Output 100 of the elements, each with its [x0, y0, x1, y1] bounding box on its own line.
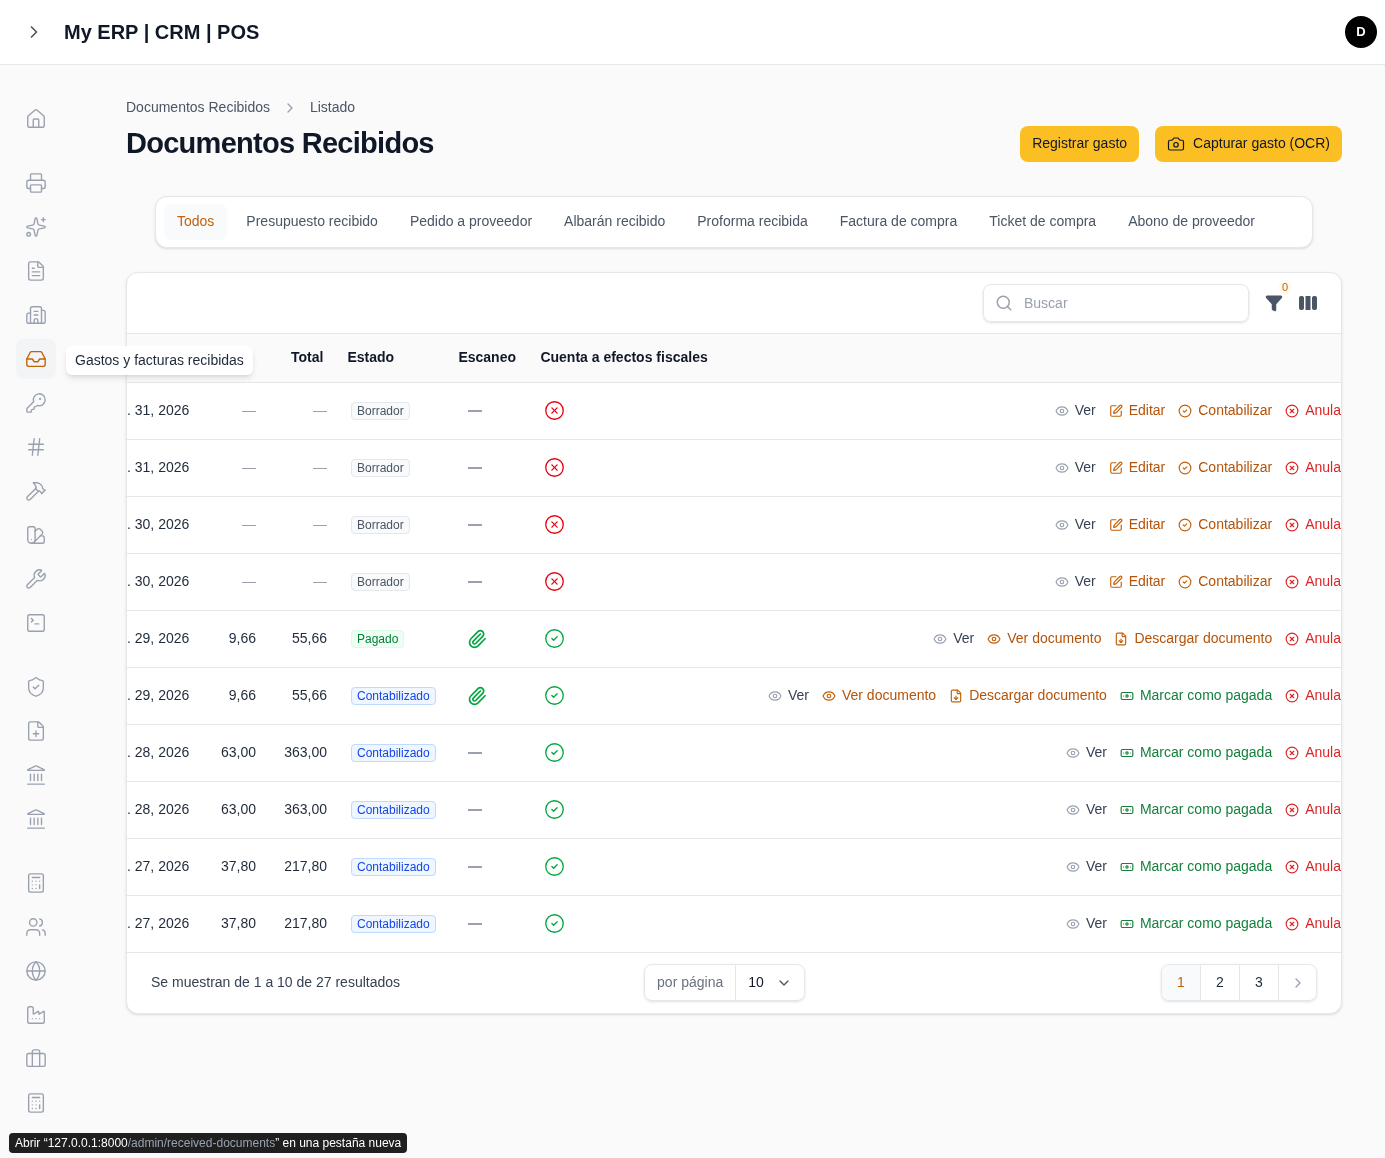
row-action-link[interactable]: Contabilizar: [1178, 571, 1273, 592]
user-avatar[interactable]: D: [1345, 16, 1377, 48]
breadcrumb-link[interactable]: Documentos Recibidos: [126, 97, 270, 118]
printer-icon: [25, 172, 47, 194]
row-action-link[interactable]: Marcar como pagada: [1119, 856, 1273, 877]
row-action-link[interactable]: Ver: [1065, 799, 1107, 820]
paperclip-icon[interactable]: [467, 628, 487, 649]
row-action-link[interactable]: Ver: [1054, 400, 1096, 421]
row-action-link[interactable]: Ver: [933, 628, 975, 649]
table-cell-text: —: [241, 458, 256, 477]
status-badge: Borrador: [351, 573, 410, 591]
row-action-link[interactable]: Ver: [1065, 742, 1107, 763]
row-action-link[interactable]: Marcar como pagada: [1119, 742, 1273, 763]
app-title: My ERP | CRM | POS: [64, 20, 260, 45]
columns-icon[interactable]: [1299, 295, 1317, 310]
table-cell-text: 37,80: [219, 857, 256, 876]
filter-tab[interactable]: Presupuesto recibido: [233, 203, 391, 240]
inbox-icon: [25, 348, 47, 370]
table-cell-text: 63,00: [219, 800, 256, 819]
page-button[interactable]: 3: [1240, 965, 1279, 1000]
close-circle-icon: [1285, 574, 1300, 589]
row-action-link[interactable]: Ver: [767, 685, 809, 706]
row-action-link[interactable]: Ver: [1054, 571, 1096, 592]
row-action-link[interactable]: Anula: [1285, 742, 1341, 763]
status-badge: Contabilizado: [351, 744, 436, 762]
status-badge: Contabilizado: [351, 915, 436, 933]
breadcrumb-current: Listado: [309, 98, 356, 117]
per-page-select[interactable]: por página 10: [644, 964, 805, 1001]
page-button[interactable]: 1: [1162, 965, 1201, 1000]
sparkles-icon: [25, 216, 47, 238]
check-circle-icon: [1178, 574, 1193, 589]
row-action-link[interactable]: Editar: [1108, 457, 1166, 478]
row-action-link[interactable]: Editar: [1108, 514, 1166, 535]
row-action-link[interactable]: Contabilizar: [1178, 457, 1273, 478]
filter-tab[interactable]: Factura de compra: [826, 203, 971, 240]
close-circle-icon: [1285, 802, 1300, 817]
row-action-link[interactable]: Anula: [1285, 514, 1341, 535]
page-button[interactable]: 2: [1201, 965, 1240, 1000]
search-field[interactable]: Buscar: [983, 283, 1249, 322]
row-action-link[interactable]: Editar: [1108, 571, 1166, 592]
table-cell-text: —: [312, 515, 327, 534]
filter-tab[interactable]: Todos: [164, 203, 228, 240]
row-action-link[interactable]: Anula: [1285, 799, 1341, 820]
paperclip-icon[interactable]: [467, 685, 487, 706]
filter-tab[interactable]: Abono de proveedor: [1115, 203, 1268, 240]
edit-icon: [1108, 460, 1123, 475]
key-icon: [25, 392, 47, 414]
row-action-link[interactable]: Ver: [1065, 856, 1107, 877]
eye-icon: [1054, 574, 1069, 589]
close-circle-icon: [1285, 403, 1300, 418]
filter-tab[interactable]: Albarán recibido: [551, 203, 679, 240]
filter-tab[interactable]: Ticket de compra: [976, 203, 1110, 240]
row-action-link[interactable]: Contabilizar: [1178, 514, 1273, 535]
row-action-link[interactable]: Ver: [1054, 514, 1096, 535]
row-action-link[interactable]: Ver documento: [987, 628, 1102, 649]
row-action-link[interactable]: Anula: [1285, 913, 1341, 934]
row-action-link[interactable]: Descargar documento: [949, 685, 1107, 706]
register-expense-button[interactable]: Registrar gasto: [1020, 125, 1140, 162]
eye-icon: [767, 688, 782, 703]
swatch-icon: [25, 524, 47, 546]
capture-expense-button[interactable]: Capturar gasto (OCR): [1155, 125, 1342, 162]
row-action-link[interactable]: Anula: [1285, 571, 1341, 592]
row-action-link[interactable]: Ver: [1054, 457, 1096, 478]
row-action-link[interactable]: Editar: [1108, 400, 1166, 421]
filter-tab[interactable]: Proforma recibida: [684, 203, 821, 240]
filter-tab[interactable]: Pedido a proveedor: [396, 203, 546, 240]
file-download-icon: [1114, 631, 1129, 646]
row-action-link[interactable]: Anula: [1285, 685, 1341, 706]
row-action-link[interactable]: Anula: [1285, 457, 1341, 478]
eye-icon: [1065, 802, 1080, 817]
row-action-link[interactable]: Anula: [1285, 400, 1341, 421]
factory-icon: [25, 1004, 47, 1026]
eye-icon: [1065, 916, 1080, 931]
row-action-link[interactable]: Contabilizar: [1178, 400, 1273, 421]
row-action-link[interactable]: Marcar como pagada: [1119, 913, 1273, 934]
filter-icon[interactable]: [1265, 293, 1283, 312]
table-cell-text: . 28, 2026: [127, 743, 191, 762]
home-icon: [25, 108, 47, 130]
row-action-link[interactable]: Ver documento: [821, 685, 937, 706]
tooltip: Gastos y facturas recibidas: [66, 346, 253, 375]
document-icon: [25, 260, 47, 282]
bank-icon: [25, 764, 47, 786]
close-circle-icon: [1285, 859, 1300, 874]
briefcase-icon: [25, 1048, 47, 1070]
table-cell-text: . 29, 2026: [127, 629, 191, 648]
column-header: Total: [291, 348, 324, 367]
row-action-link[interactable]: Descargar documento: [1114, 628, 1273, 649]
eye-icon: [1065, 859, 1080, 874]
edit-icon: [1108, 574, 1123, 589]
row-action-link[interactable]: Marcar como pagada: [1119, 685, 1273, 706]
row-action-link[interactable]: Ver: [1065, 913, 1107, 934]
calculator-icon: [25, 872, 47, 894]
row-action-link[interactable]: Marcar como pagada: [1119, 799, 1273, 820]
row-action-link[interactable]: Anula: [1285, 856, 1341, 877]
table-cell-text: 9,66: [227, 686, 256, 705]
sidebar-item[interactable]: [16, 339, 56, 379]
row-action-link[interactable]: Anula: [1285, 628, 1341, 649]
close-circle-icon: [1285, 631, 1300, 646]
close-circle-icon: [1285, 460, 1300, 475]
search-icon: [995, 293, 1013, 312]
